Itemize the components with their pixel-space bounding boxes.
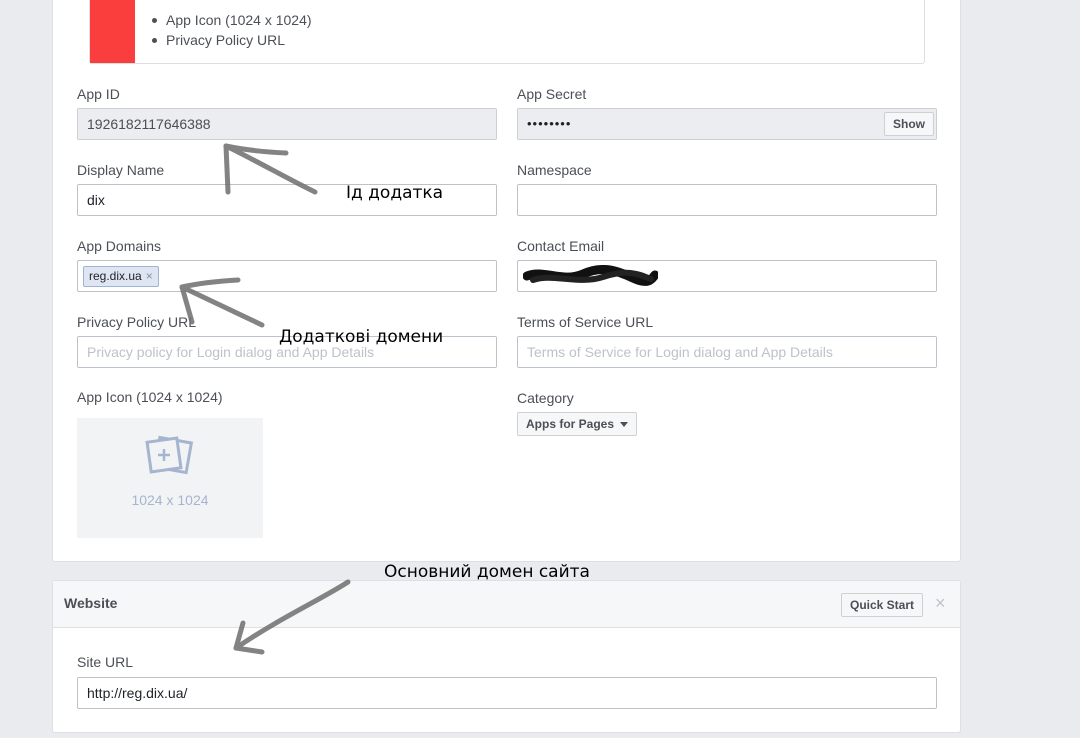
site-domain-annotation: Основний домен сайта bbox=[384, 562, 590, 582]
app-id-annotation: Ід додатка bbox=[346, 183, 444, 203]
domains-annotation: Додаткові домени bbox=[279, 327, 444, 347]
annotation-arrows bbox=[179, 143, 351, 655]
